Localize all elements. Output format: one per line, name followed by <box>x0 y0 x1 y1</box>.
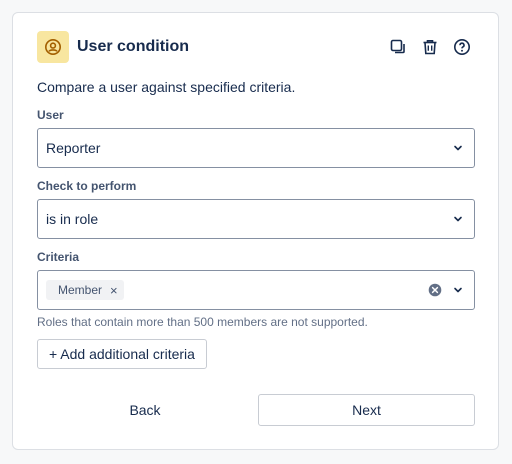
clear-icon <box>428 283 442 297</box>
user-condition-icon <box>37 31 69 63</box>
user-select[interactable]: Reporter <box>37 128 475 168</box>
remove-tag-icon[interactable]: × <box>110 284 118 297</box>
panel-header: User condition <box>37 31 474 63</box>
back-button[interactable]: Back <box>37 394 253 426</box>
criteria-helper-text: Roles that contain more than 500 members… <box>37 315 368 329</box>
add-criteria-button[interactable]: + Add additional criteria <box>37 339 207 369</box>
check-field-label: Check to perform <box>37 179 137 193</box>
chevron-down-icon <box>452 284 464 296</box>
panel-description: Compare a user against specified criteri… <box>37 79 296 95</box>
help-icon <box>454 39 470 55</box>
check-select[interactable]: is in role <box>37 199 475 239</box>
next-button[interactable]: Next <box>258 394 475 426</box>
header-actions <box>386 35 474 59</box>
duplicate-icon <box>390 39 405 54</box>
user-circle-icon <box>45 39 61 55</box>
criteria-tag-label: Member <box>58 283 103 297</box>
delete-button[interactable] <box>418 35 442 59</box>
criteria-tag: Member × <box>46 280 124 300</box>
trash-icon <box>423 40 437 55</box>
panel-title: User condition <box>77 38 190 55</box>
clear-button[interactable] <box>428 283 442 297</box>
chevron-down-icon <box>452 142 464 154</box>
check-select-value: is in role <box>46 211 99 227</box>
chevron-down-icon <box>452 213 464 225</box>
user-condition-panel: User condition Compare a user against sp… <box>12 12 499 450</box>
help-button[interactable] <box>450 35 474 59</box>
criteria-field-label: Criteria <box>37 250 80 264</box>
user-select-value: Reporter <box>46 140 101 156</box>
user-field-label: User <box>37 108 64 122</box>
duplicate-button[interactable] <box>386 35 410 59</box>
criteria-multiselect[interactable]: Member × <box>37 270 475 310</box>
